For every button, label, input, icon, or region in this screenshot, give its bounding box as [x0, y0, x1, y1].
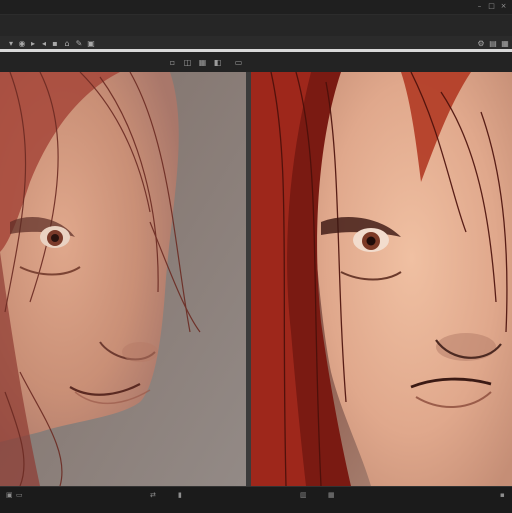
- title-bar: – □ ×: [0, 0, 512, 15]
- tool-icon-2[interactable]: ◉: [17, 39, 27, 49]
- tool-icon-5[interactable]: ▪: [50, 39, 60, 49]
- right-image-panel[interactable]: [251, 72, 512, 486]
- view-zoom-icon[interactable]: ▭: [234, 58, 243, 67]
- view-compare-icon[interactable]: ◧: [213, 58, 222, 67]
- view-single-icon[interactable]: ▫: [168, 58, 177, 67]
- left-image-panel[interactable]: [0, 72, 246, 486]
- flip-icon[interactable]: ▮: [178, 491, 182, 499]
- tool-icon-7[interactable]: ✎: [74, 39, 84, 49]
- left-portrait-image: [0, 72, 246, 486]
- right-portrait-image: [251, 72, 512, 486]
- panel-icon[interactable]: ▤: [488, 39, 498, 49]
- status-bar: ▣ ▭ ⇄ ▮ ▥ ▦ ▪: [0, 486, 512, 513]
- tool-icon-3[interactable]: ▸: [28, 39, 38, 49]
- tool-icon-6[interactable]: ⌂: [62, 39, 72, 49]
- settings-icon[interactable]: ⚙: [476, 39, 486, 49]
- tool-icon-4[interactable]: ◂: [39, 39, 49, 49]
- view-split-icon[interactable]: ◫: [183, 58, 192, 67]
- view-bar: ▫ ◫ ▦ ◧ ▭: [0, 52, 512, 72]
- swap-icon[interactable]: ⇄: [150, 491, 156, 499]
- minimize-icon[interactable]: –: [476, 3, 483, 10]
- close-icon[interactable]: ×: [500, 3, 507, 10]
- tool-icon-8[interactable]: ▣: [86, 39, 96, 49]
- fit-icon[interactable]: ▭: [16, 491, 23, 499]
- frame-icon[interactable]: ▣: [6, 491, 13, 499]
- tool-icon-1[interactable]: ▾: [6, 39, 16, 49]
- info-icon[interactable]: ▪: [500, 491, 505, 499]
- maximize-icon[interactable]: □: [488, 3, 495, 10]
- more-icon[interactable]: ▦: [500, 39, 510, 49]
- view-grid-icon[interactable]: ▦: [198, 58, 207, 67]
- grid-icon[interactable]: ▦: [328, 491, 335, 499]
- crop-icon[interactable]: ▥: [300, 491, 307, 499]
